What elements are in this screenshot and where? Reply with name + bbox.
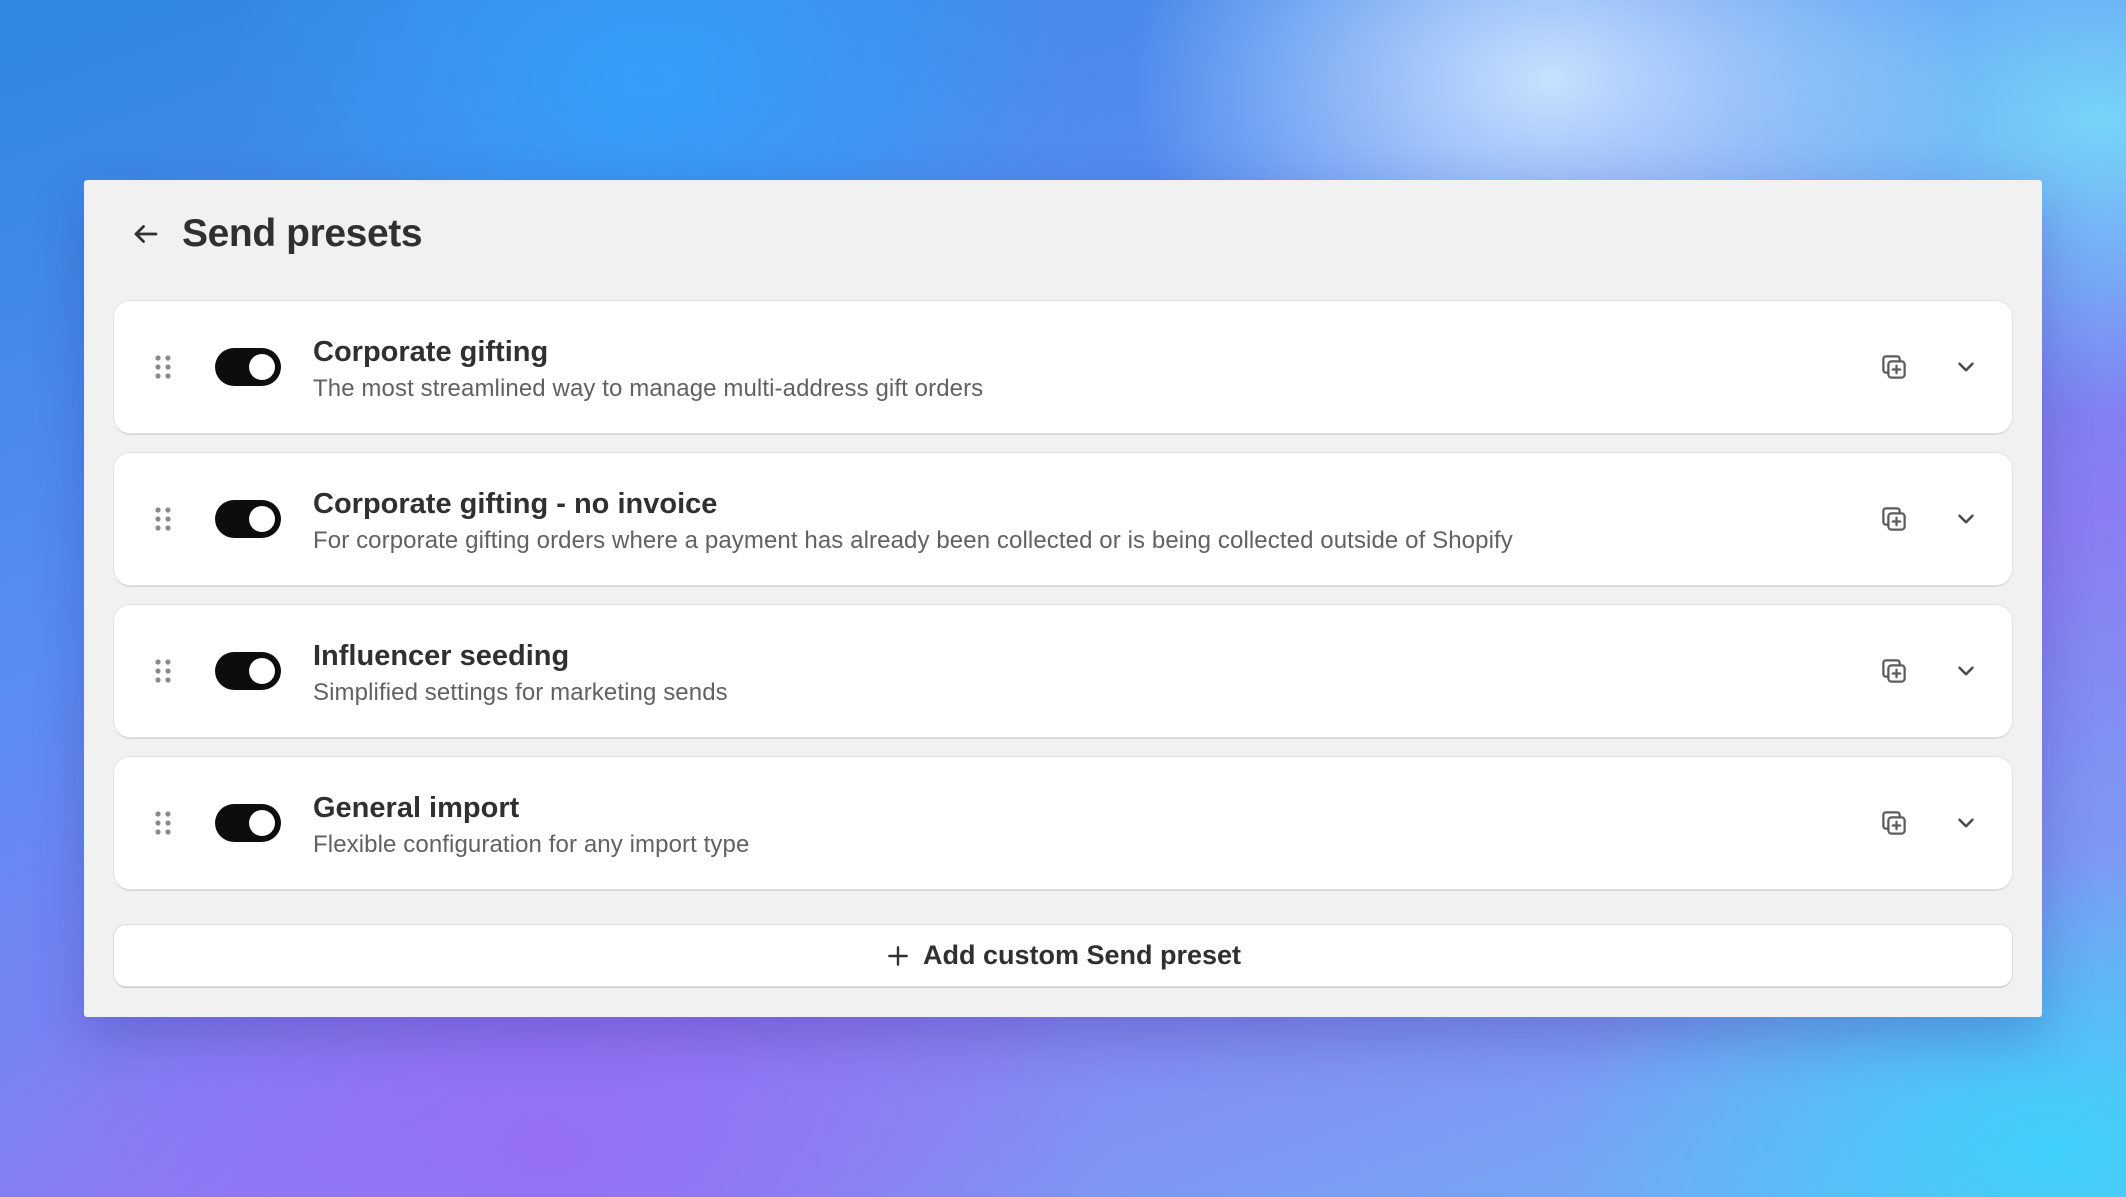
arrow-left-icon (134, 225, 158, 243)
back-button[interactable] (124, 212, 168, 256)
chevron-down-icon (1958, 666, 1974, 676)
duplicate-icon (1882, 507, 1906, 531)
preset-description: For corporate gifting orders where a pay… (313, 527, 1513, 554)
toggle-knob (249, 354, 275, 380)
toggle-knob (249, 506, 275, 532)
chevron-down-icon (1958, 514, 1974, 524)
preset-card: Corporate gifting The most streamlined w… (114, 301, 2012, 433)
preset-title: Corporate gifting - no invoice (313, 488, 718, 520)
expand-preset-button[interactable] (1946, 347, 1986, 387)
page-title: Send presets (182, 212, 423, 255)
duplicate-preset-button[interactable] (1874, 347, 1914, 387)
plus-icon (885, 943, 911, 969)
preset-description: Flexible configuration for any import ty… (313, 831, 750, 858)
preset-description: The most streamlined way to manage multi… (313, 375, 984, 402)
add-custom-preset-label: Add custom Send preset (922, 940, 1242, 970)
preset-description: Simplified settings for marketing sends (313, 679, 728, 706)
preset-card: General import Flexible configuration fo… (114, 757, 2012, 889)
preset-title: General import (313, 792, 520, 824)
drag-handle-icon[interactable] (154, 354, 172, 380)
preset-enabled-toggle[interactable] (215, 500, 281, 538)
preset-enabled-toggle[interactable] (215, 652, 281, 690)
duplicate-preset-button[interactable] (1874, 651, 1914, 691)
toggle-knob (249, 810, 275, 836)
preset-card: Influencer seeding Simplified settings f… (114, 605, 2012, 737)
expand-preset-button[interactable] (1946, 651, 1986, 691)
duplicate-icon (1882, 659, 1906, 683)
duplicate-preset-button[interactable] (1874, 499, 1914, 539)
send-presets-panel: Send presets Corporate gifting The most … (84, 180, 2042, 1017)
duplicate-icon (1882, 811, 1906, 835)
chevron-down-icon (1958, 818, 1974, 828)
preset-card: Corporate gifting - no invoice For corpo… (114, 453, 2012, 585)
expand-preset-button[interactable] (1946, 499, 1986, 539)
page-header: Send presets (124, 202, 423, 266)
preset-title: Corporate gifting (313, 336, 549, 368)
preset-text: Corporate gifting - no invoice For corpo… (313, 487, 1513, 556)
preset-text: Corporate gifting The most streamlined w… (313, 335, 983, 404)
add-custom-preset-button[interactable]: Add custom Send preset (114, 925, 2012, 986)
toggle-knob (249, 658, 275, 684)
drag-handle-icon[interactable] (154, 506, 172, 532)
preset-text: Influencer seeding Simplified settings f… (313, 639, 728, 708)
preset-enabled-toggle[interactable] (215, 348, 281, 386)
preset-list: Corporate gifting The most streamlined w… (114, 301, 2012, 909)
drag-handle-icon[interactable] (154, 658, 172, 684)
expand-preset-button[interactable] (1946, 803, 1986, 843)
preset-enabled-toggle[interactable] (215, 804, 281, 842)
drag-handle-icon[interactable] (154, 810, 172, 836)
duplicate-icon (1882, 355, 1906, 379)
preset-title: Influencer seeding (313, 640, 570, 672)
preset-text: General import Flexible configuration fo… (313, 791, 749, 860)
chevron-down-icon (1958, 362, 1974, 372)
duplicate-preset-button[interactable] (1874, 803, 1914, 843)
